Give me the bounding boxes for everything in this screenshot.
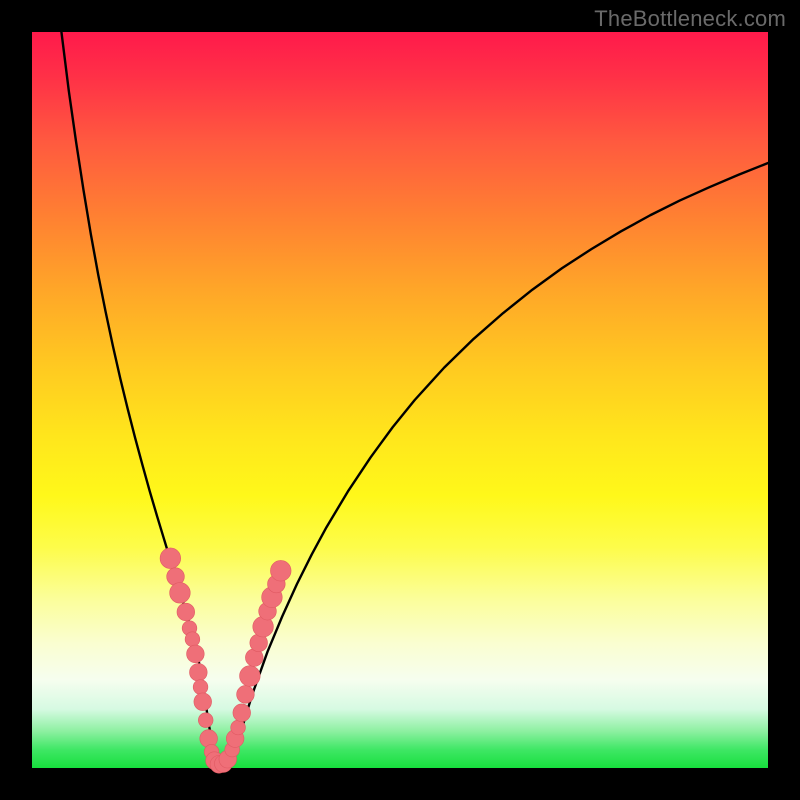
curve-line: [61, 32, 768, 767]
data-marker: [198, 713, 213, 728]
chart-frame: TheBottleneck.com: [0, 0, 800, 800]
curve-markers: [160, 548, 291, 773]
data-marker: [233, 704, 251, 722]
bottleneck-curve-path: [61, 32, 768, 767]
chart-svg: [32, 32, 768, 768]
data-marker: [185, 632, 200, 647]
data-marker: [270, 560, 291, 581]
data-marker: [190, 663, 208, 681]
data-marker: [237, 686, 255, 704]
data-marker: [187, 645, 205, 663]
data-marker: [194, 693, 212, 711]
plot-area: [32, 32, 768, 768]
data-marker: [231, 720, 246, 735]
data-marker: [240, 666, 261, 687]
watermark-text: TheBottleneck.com: [594, 6, 786, 32]
data-marker: [160, 548, 181, 569]
data-marker: [193, 680, 208, 695]
data-marker: [177, 603, 195, 621]
data-marker: [170, 583, 191, 604]
